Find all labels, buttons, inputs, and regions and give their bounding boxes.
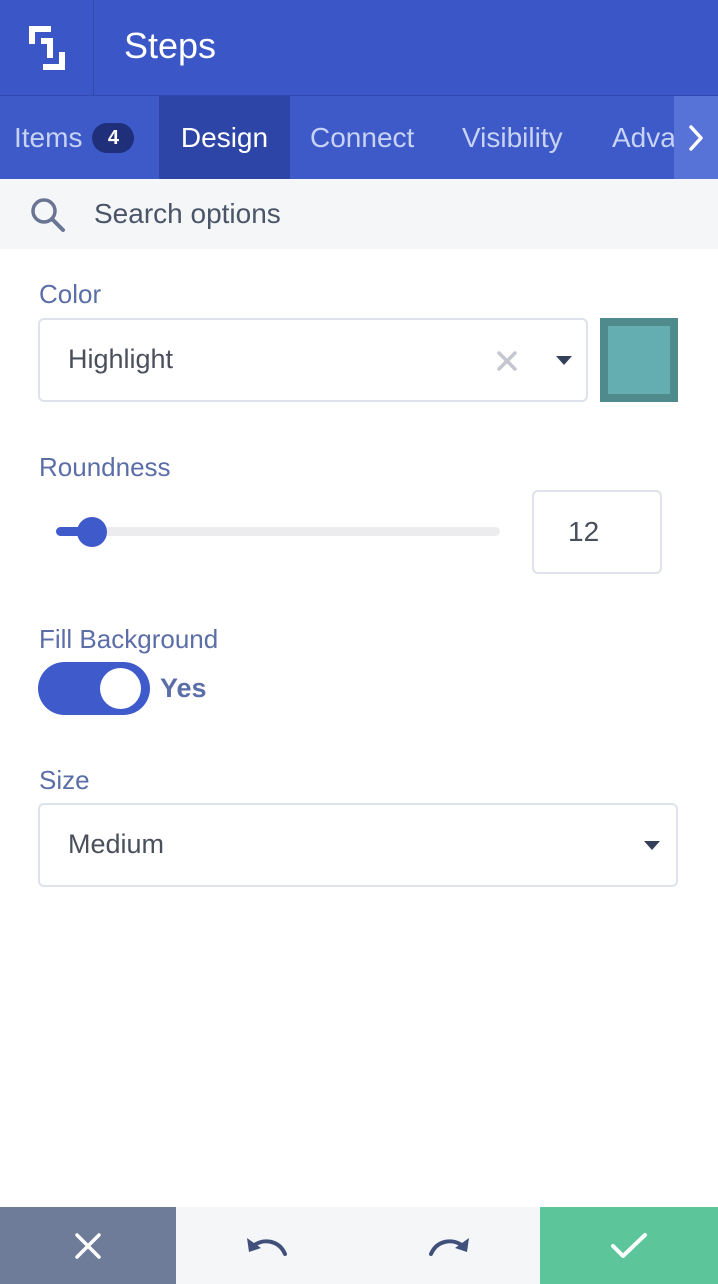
roundness-slider-handle[interactable] [77, 517, 107, 547]
size-select[interactable]: Medium [38, 803, 678, 887]
tab-design-label: Design [180, 122, 269, 153]
toggle-knob [100, 668, 141, 709]
tab-connect-label: Connect [310, 122, 415, 153]
roundness-slider-track[interactable] [56, 527, 500, 536]
color-label: Color [39, 279, 102, 309]
chevron-down-icon [644, 841, 660, 850]
logo[interactable] [0, 0, 94, 96]
search-icon [31, 198, 65, 232]
chevron-down-icon [556, 356, 572, 365]
tab-items[interactable]: Items 4 [14, 96, 135, 179]
tabs-next-button[interactable] [674, 96, 718, 179]
tab-bar: Items 4 Design Connect Visibility Adva [0, 96, 718, 179]
tab-advanced[interactable]: Adva [612, 96, 676, 179]
color-select-value: Highlight [68, 344, 174, 374]
undo-icon [247, 1237, 287, 1256]
items-count-badge: 4 [92, 123, 135, 153]
roundness-value: 12 [568, 516, 600, 547]
cancel-button[interactable] [0, 1207, 176, 1284]
toggle-state-text: Yes [160, 673, 207, 703]
app-header: Steps [0, 0, 718, 96]
confirm-button[interactable] [540, 1207, 718, 1284]
color-select[interactable]: Highlight [38, 318, 588, 402]
tab-visibility-label: Visibility [462, 122, 563, 153]
search-bar [0, 179, 718, 249]
tab-items-label: Items [14, 122, 83, 153]
chevron-right-icon [689, 124, 703, 151]
color-swatch[interactable] [600, 318, 678, 402]
tab-visibility[interactable]: Visibility [462, 96, 563, 179]
roundness-label: Roundness [39, 452, 171, 482]
redo-button[interactable] [358, 1207, 540, 1284]
tab-design[interactable]: Design [159, 96, 290, 179]
check-icon [611, 1232, 647, 1258]
search-input[interactable] [94, 192, 654, 236]
tab-advanced-label: Adva [612, 122, 676, 153]
frame-logo-icon [28, 26, 65, 70]
tab-connect[interactable]: Connect [310, 96, 414, 179]
roundness-input[interactable]: 12 [532, 490, 662, 574]
undo-button[interactable] [176, 1207, 358, 1284]
fill-background-toggle[interactable] [38, 662, 150, 715]
panel-title: Steps [124, 25, 217, 66]
color-swatch-fill [608, 326, 670, 394]
redo-icon [429, 1237, 469, 1256]
close-icon [75, 1232, 101, 1259]
size-select-value: Medium [68, 829, 165, 859]
clear-icon[interactable] [496, 350, 518, 372]
fill-background-label: Fill Background [39, 624, 219, 654]
size-label: Size [39, 765, 90, 795]
action-footer [0, 1207, 718, 1284]
